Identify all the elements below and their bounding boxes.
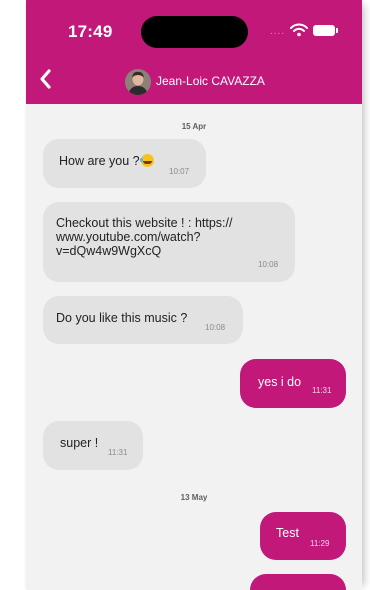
message-time: 11:31	[108, 448, 128, 457]
message-bubble-incoming[interactable]: Do you like this music ? 10:08	[43, 296, 243, 344]
chevron-left-icon[interactable]	[38, 68, 54, 90]
chat-header: 17:49 .... Jean-Loic CAVAZZA	[26, 0, 362, 104]
message-bubble-incoming[interactable]: How are you ? 10:07	[43, 139, 206, 188]
tears-of-joy-emoji-icon	[139, 154, 154, 167]
message-bubble-outgoing[interactable]	[250, 574, 346, 590]
phone-screen: 17:49 .... Jean-Loic CAVAZZA 15 Apr How	[26, 0, 362, 590]
message-text-line: Checkout this website ! : https://	[56, 216, 233, 230]
message-text: yes i do	[258, 375, 302, 389]
message-time: 10:08	[258, 260, 279, 269]
message-text: Do you like this music ?	[56, 311, 188, 325]
message-text: super !	[60, 436, 99, 450]
avatar[interactable]	[125, 69, 151, 95]
status-time: 17:49	[68, 22, 113, 41]
message-text-line[interactable]: v=dQw4w9WgXcQ	[56, 244, 161, 258]
message-text: Test	[276, 526, 299, 540]
message-text: How are you ?	[59, 154, 154, 168]
message-bubble-incoming[interactable]: Checkout this website ! : https:// www.y…	[43, 202, 295, 282]
message-text-line[interactable]: www.youtube.com/watch?	[56, 230, 201, 244]
date-separator: 13 May	[180, 493, 208, 502]
dynamic-island	[141, 16, 248, 48]
battery-icon	[313, 25, 338, 36]
message-bubble-outgoing[interactable]: Test 11:29	[260, 512, 346, 560]
avatar-portrait-icon	[125, 69, 151, 95]
date-separator: 15 Apr	[181, 122, 207, 131]
contact-name[interactable]: Jean-Loic CAVAZZA	[156, 74, 265, 88]
message-time: 11:31	[312, 386, 332, 395]
message-time: 10:08	[205, 323, 226, 332]
message-time: 10:07	[169, 167, 190, 176]
wifi-icon	[290, 23, 308, 37]
message-bubble-outgoing[interactable]: yes i do 11:31	[240, 359, 346, 408]
signal-icon: ....	[270, 26, 286, 37]
message-bubble-incoming[interactable]: super ! 11:31	[43, 421, 143, 470]
message-time: 11:29	[310, 539, 330, 548]
